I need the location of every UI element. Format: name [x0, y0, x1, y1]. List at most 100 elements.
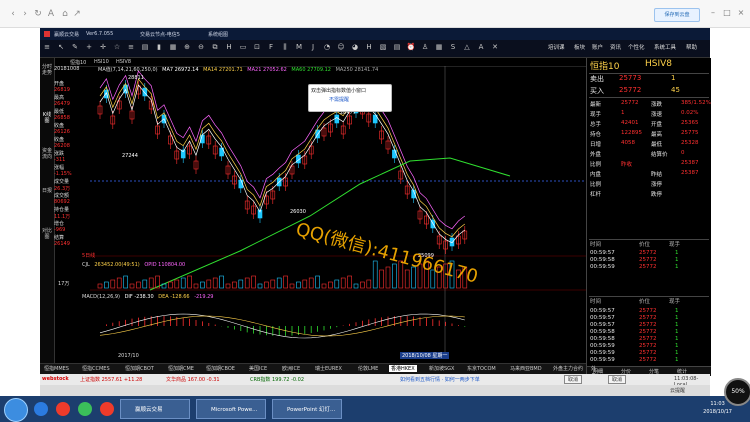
nav-compare[interactable]: 对比图: [41, 228, 53, 240]
alert-icon[interactable]: △: [462, 42, 472, 53]
volume-bar: [379, 269, 384, 289]
star-icon[interactable]: ☆: [112, 42, 122, 53]
f-icon[interactable]: F: [266, 42, 276, 53]
market-tab[interactable]: 瑞士EUREX: [313, 365, 344, 372]
market-tab[interactable]: 东京TOCOM: [465, 365, 498, 372]
app-icon-2[interactable]: [56, 402, 70, 416]
share-icon[interactable]: ↗: [72, 9, 82, 19]
lines-icon[interactable]: ≡: [126, 42, 136, 53]
market-tab[interactable]: 恒加期CBOE: [204, 365, 237, 372]
cloud-alert-badge[interactable]: 云提醒: [670, 387, 685, 394]
pie-icon[interactable]: ◕: [350, 42, 360, 53]
tick-q: 1: [675, 336, 679, 342]
price-annotation-high1: 28811: [128, 75, 144, 81]
save-to-cloud-button[interactable]: 保存到云盘: [654, 8, 700, 22]
m-icon[interactable]: M: [294, 42, 304, 53]
alarm-icon[interactable]: ⏰: [406, 42, 416, 53]
volume-bar: [385, 266, 391, 289]
monitor-icon[interactable]: ▭: [238, 42, 248, 53]
translate-icon[interactable]: A: [46, 9, 56, 19]
pencil-icon[interactable]: ✎: [70, 42, 80, 53]
market-tab[interactable]: 恒加期CBOT: [123, 365, 156, 372]
book-icon[interactable]: ▧: [378, 42, 388, 53]
menu-sector[interactable]: 板块: [574, 43, 585, 51]
nav-timeshare[interactable]: 分时走势: [41, 64, 53, 76]
gauge-icon[interactable]: ◔: [322, 42, 332, 53]
kline-icon[interactable]: ▮: [154, 42, 164, 53]
menu-account[interactable]: 账户: [592, 43, 603, 51]
market-tab[interactable]: 恒加期CME: [166, 365, 196, 372]
market-tab[interactable]: 新加坡SGX: [427, 365, 456, 372]
index-crb: CRB指数 199.72 -0.02: [250, 377, 305, 383]
app-icon-3[interactable]: [78, 402, 92, 416]
calc-icon[interactable]: ▦: [434, 42, 444, 53]
minimize-icon[interactable]: –: [708, 8, 718, 18]
market-tab[interactable]: 伦敦LME: [356, 365, 380, 372]
market-tab[interactable]: 恒指MMES: [42, 365, 71, 372]
user-icon[interactable]: ☺: [336, 42, 346, 53]
j-icon[interactable]: J: [308, 42, 318, 53]
sub-contract-2[interactable]: HSI10: [94, 59, 109, 65]
grid-icon[interactable]: ▦: [168, 42, 178, 53]
taskbar-app-trading[interactable]: 赢顺云交易: [120, 399, 190, 419]
market-tab[interactable]: 外盘主力合约: [551, 365, 585, 372]
back-icon[interactable]: ‹: [8, 9, 18, 19]
forward-icon[interactable]: ›: [20, 9, 30, 19]
app-icon-1[interactable]: [34, 402, 48, 416]
cancel-button-1[interactable]: 取消: [564, 375, 583, 384]
stack-icon[interactable]: ⧉: [210, 42, 220, 53]
menu-system-tools[interactable]: 系统工具: [654, 43, 676, 51]
start-button[interactable]: [4, 398, 28, 422]
menu-help[interactable]: 帮助: [686, 43, 697, 51]
sub-contract-1[interactable]: 恒指10: [70, 59, 86, 66]
crosshair-icon[interactable]: ✛: [98, 42, 108, 53]
s-icon[interactable]: S: [448, 42, 458, 53]
market-tab[interactable]: 美国ICE: [247, 365, 269, 372]
x-icon[interactable]: ✕: [490, 42, 500, 53]
nav-capital-flow[interactable]: 资金流向: [41, 148, 53, 160]
zoom-in-icon[interactable]: ⊕: [182, 42, 192, 53]
volume-bar: [347, 275, 352, 289]
ohlc-key: 20181008: [54, 66, 80, 72]
market-tab[interactable]: 恒指CCMES: [80, 365, 112, 372]
lock-icon[interactable]: ⊡: [252, 42, 262, 53]
close-icon[interactable]: ×: [736, 8, 746, 18]
market-tab[interactable]: 欧洲ICE: [280, 365, 302, 372]
h-icon[interactable]: H: [224, 42, 234, 53]
sell-row[interactable]: 卖出 25773 1: [589, 73, 709, 85]
note-icon[interactable]: ▤: [392, 42, 402, 53]
taskbar-app-powerpoint[interactable]: Microsoft Powe...: [196, 399, 266, 419]
pointer-icon[interactable]: ↖: [56, 42, 66, 53]
tooltip-dismiss-button[interactable]: 不需提醒: [329, 96, 389, 103]
menu-icon[interactable]: ≡: [42, 42, 52, 53]
cancel-button-2[interactable]: 取消: [608, 375, 627, 384]
tick-p: 25772: [639, 264, 657, 270]
market-tab[interactable]: 马来西亚BMD: [508, 365, 544, 372]
ohlc-row: 持仓量 11.1万: [54, 206, 90, 220]
menu-news[interactable]: 资讯: [610, 43, 621, 51]
zoom-out-icon[interactable]: ⊖: [196, 42, 206, 53]
sub-contract-3[interactable]: HSIV8: [116, 59, 131, 65]
menu-personalize[interactable]: 个性化: [628, 43, 645, 51]
market-tab[interactable]: 香港HKEX: [389, 365, 417, 372]
tick-header-price-2: 价位: [639, 299, 651, 305]
home-icon[interactable]: ⌂: [60, 9, 70, 19]
app-icon-4[interactable]: [100, 402, 114, 416]
buy-row[interactable]: 买入 25772 45: [589, 86, 709, 98]
maximize-icon[interactable]: □: [722, 8, 732, 18]
ohlc-key: 涨跌: [54, 151, 65, 157]
macd-value: -219.29: [194, 294, 214, 300]
quote-stat-row: 最新 25772 涨跌 385/1.52%: [589, 100, 711, 109]
person-icon[interactable]: ♙: [420, 42, 430, 53]
menu-training[interactable]: 培训课: [548, 43, 565, 51]
taskbar-app-slideshow[interactable]: PowerPoint 幻灯...: [272, 399, 342, 419]
nav-daily[interactable]: 日报: [41, 188, 53, 194]
bars-icon[interactable]: ⫼: [280, 42, 290, 53]
h2-icon[interactable]: H: [364, 42, 374, 53]
plus-icon[interactable]: +: [84, 42, 94, 53]
ticker-text[interactable]: 如何看到五档行情 · 如何一两步下单: [400, 376, 480, 383]
refresh-icon[interactable]: ↻: [33, 9, 43, 19]
chart-icon[interactable]: ▤: [140, 42, 150, 53]
nav-kline[interactable]: K线图: [41, 112, 53, 124]
a-icon[interactable]: A: [476, 42, 486, 53]
